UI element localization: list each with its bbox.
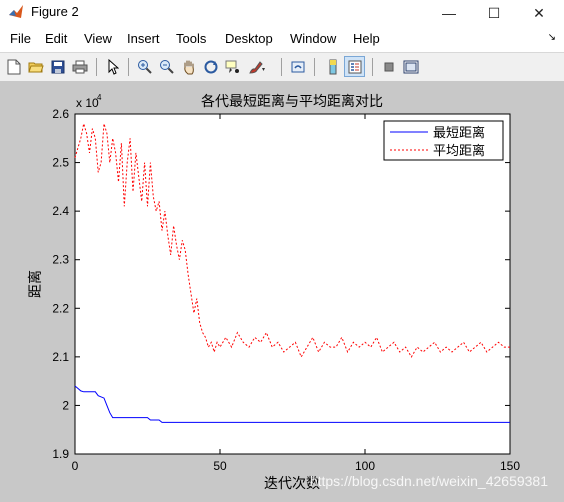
pan-hand-icon bbox=[183, 60, 194, 74]
link-plot-button[interactable] bbox=[287, 56, 308, 77]
y-axis-label: 距离 bbox=[27, 270, 44, 298]
x-tick-label: 50 bbox=[213, 459, 227, 473]
y-exponent-base: x 10 bbox=[76, 96, 99, 110]
data-cursor-icon bbox=[225, 60, 239, 73]
show-plot-tools-button[interactable] bbox=[400, 56, 421, 77]
y-tick-label: 2 bbox=[62, 398, 69, 412]
save-disk-icon bbox=[51, 60, 64, 73]
menu-edit[interactable]: Edit bbox=[45, 31, 67, 46]
save-figure-button[interactable] bbox=[47, 56, 68, 77]
printer-icon bbox=[72, 60, 87, 73]
show-plot-tools-icon bbox=[403, 60, 418, 73]
menu-desktop[interactable]: Desktop bbox=[225, 31, 273, 46]
matlab-logo-icon bbox=[9, 5, 23, 18]
insert-colorbar-button[interactable] bbox=[322, 56, 343, 77]
y-tick-label: 2.5 bbox=[52, 156, 69, 170]
menubar: File Edit View Insert Tools Desktop Wind… bbox=[0, 27, 564, 51]
zoom-out-button[interactable] bbox=[156, 56, 177, 77]
open-file-button[interactable] bbox=[25, 56, 46, 77]
hide-plot-tools-icon bbox=[384, 62, 393, 71]
zoom-in-button[interactable] bbox=[134, 56, 155, 77]
new-file-icon bbox=[7, 59, 20, 74]
zoom-out-icon bbox=[159, 59, 174, 74]
brush-button[interactable] bbox=[246, 56, 267, 77]
dock-arrow-icon[interactable]: ↘ bbox=[548, 32, 556, 43]
plot-axes-area[interactable] bbox=[74, 113, 511, 455]
chart-title: 各代最短距离与平均距离对比 bbox=[201, 93, 383, 110]
watermark-text: https://blog.csdn.net/weixin_42659381 bbox=[310, 473, 548, 489]
menu-window[interactable]: Window bbox=[290, 31, 336, 46]
close-icon: ✕ bbox=[533, 4, 545, 21]
toolbar-separator bbox=[96, 58, 97, 76]
rotate-3d-button[interactable] bbox=[200, 56, 221, 77]
toolbar-separator bbox=[314, 58, 315, 76]
figure-plot: 各代最短距离与平均距离对比 x 10 4 距离 迭代次数 0 50 100 1501.… bbox=[27, 93, 548, 492]
y-tick-label: 2.4 bbox=[52, 204, 69, 218]
menu-tools[interactable]: Tools bbox=[176, 31, 206, 46]
folder-open-icon bbox=[27, 62, 44, 72]
pan-button[interactable] bbox=[178, 56, 199, 77]
legend-icon bbox=[348, 60, 361, 73]
x-tick-label: 0 bbox=[72, 459, 79, 473]
y-tick-label: 1.9 bbox=[52, 447, 69, 461]
new-figure-button[interactable] bbox=[3, 56, 24, 77]
y-tick-label: 2.1 bbox=[52, 350, 69, 364]
brush-icon bbox=[248, 60, 265, 74]
x-tick-label: 100 bbox=[355, 459, 375, 473]
link-plot-icon bbox=[291, 61, 304, 72]
minimize-icon: — bbox=[442, 5, 456, 21]
toolbar-separator bbox=[372, 58, 373, 76]
colorbar-icon bbox=[329, 59, 336, 74]
close-button[interactable]: ✕ bbox=[516, 0, 562, 26]
pointer-arrow-icon bbox=[108, 58, 119, 75]
toolbar-separator bbox=[281, 58, 282, 76]
zoom-in-icon bbox=[137, 59, 152, 74]
menu-help[interactable]: Help bbox=[353, 31, 380, 46]
legend-label-average: 平均距离 bbox=[433, 143, 485, 159]
y-tick-label: 2.6 bbox=[52, 107, 69, 121]
print-figure-button[interactable] bbox=[69, 56, 90, 77]
menu-view[interactable]: View bbox=[84, 31, 112, 46]
figure-toolbar bbox=[0, 52, 564, 82]
legend-label-shortest: 最短距离 bbox=[433, 125, 485, 141]
toolbar-separator bbox=[128, 58, 129, 76]
maximize-button[interactable]: ☐ bbox=[471, 0, 517, 26]
window-title: Figure 2 bbox=[31, 4, 79, 19]
y-tick-label: 2.2 bbox=[52, 301, 69, 315]
maximize-icon: ☐ bbox=[487, 4, 501, 21]
rotate-3d-icon bbox=[204, 60, 217, 73]
data-cursor-button[interactable] bbox=[222, 56, 243, 77]
edit-plot-button[interactable] bbox=[102, 56, 123, 77]
y-tick-label: 2.3 bbox=[52, 253, 69, 267]
menu-insert[interactable]: Insert bbox=[127, 31, 160, 46]
insert-legend-button[interactable] bbox=[344, 56, 365, 77]
window-titlebar: Figure 2 — ☐ ✕ bbox=[0, 0, 564, 26]
menu-file[interactable]: File bbox=[10, 31, 31, 46]
legend-box[interactable]: 最短距离 平均距离 bbox=[383, 120, 504, 161]
minimize-button[interactable]: — bbox=[426, 0, 472, 26]
y-exponent-power: 4 bbox=[97, 93, 102, 102]
x-tick-label: 150 bbox=[500, 459, 520, 473]
hide-plot-tools-button[interactable] bbox=[378, 56, 399, 77]
